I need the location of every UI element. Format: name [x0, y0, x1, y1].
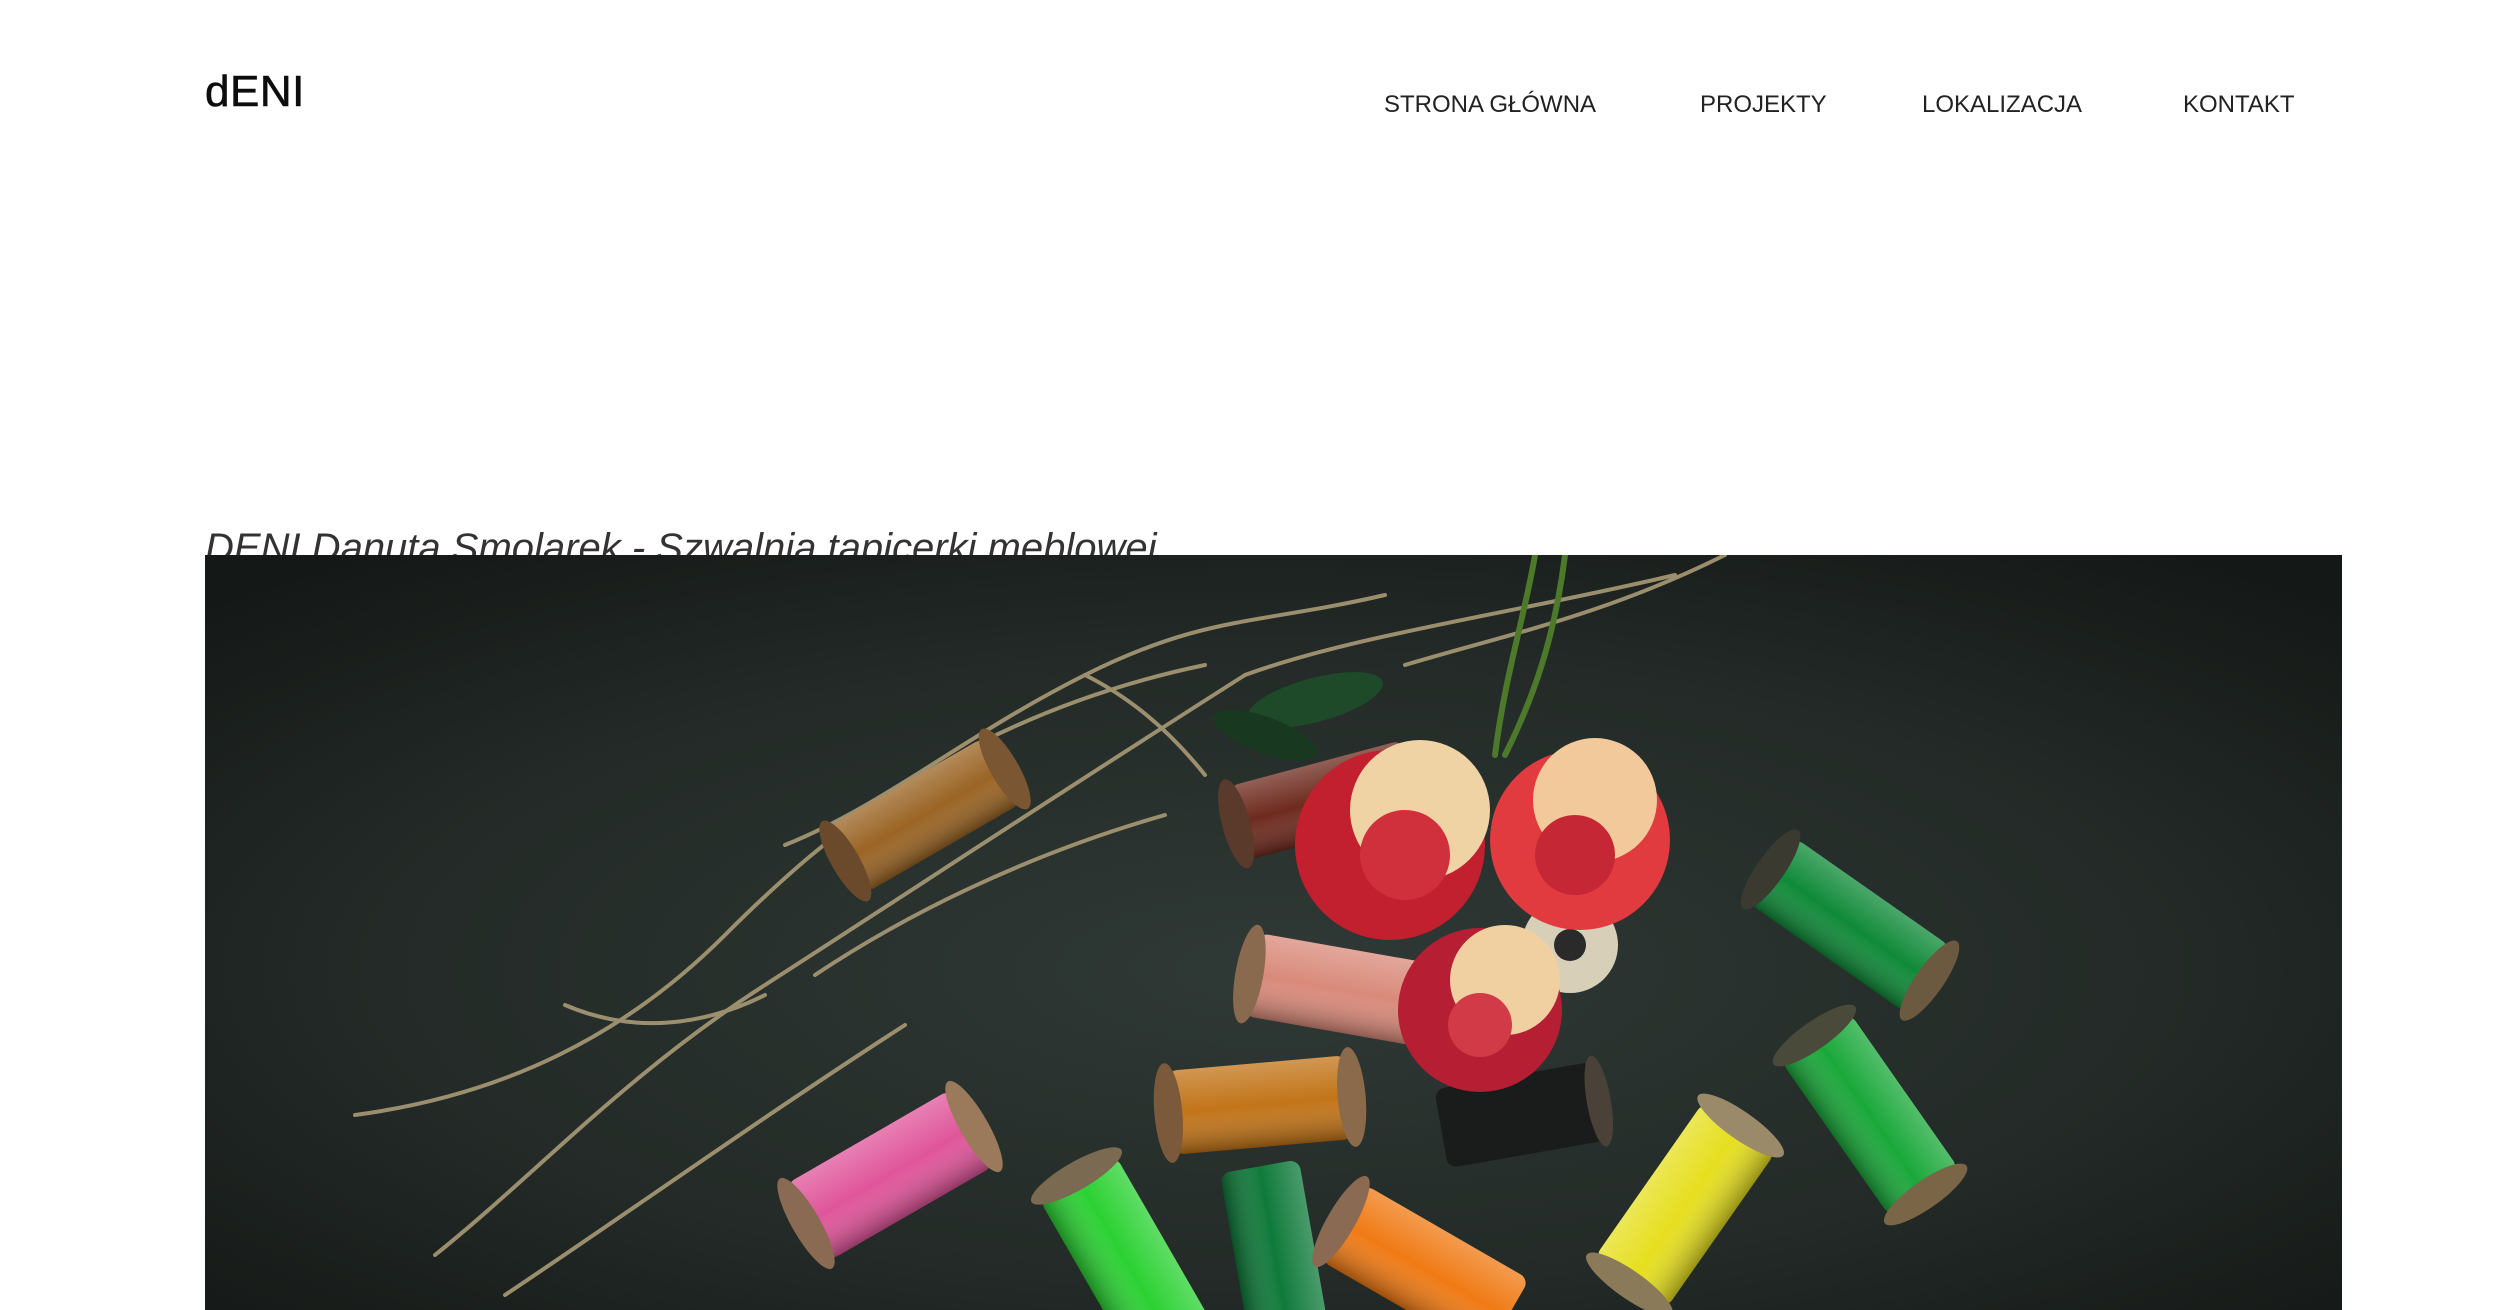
nav-link-contact[interactable]: KONTAKT	[2183, 90, 2295, 120]
nav-link-home[interactable]: STRONA GŁÓWNA	[1384, 90, 1596, 120]
main-nav: STRONA GŁÓWNA PROJEKTY LOKALIZACJA KONTA…	[0, 90, 2520, 120]
thread-spools-roses-photo-icon	[205, 555, 2342, 1310]
page: dENI STRONA GŁÓWNA PROJEKTY LOKALIZACJA …	[0, 0, 2520, 1310]
nav-link-projects[interactable]: PROJEKTY	[1700, 90, 1827, 120]
hero-image	[205, 555, 2342, 1310]
nav-link-location[interactable]: LOKALIZACJA	[1922, 90, 2082, 120]
